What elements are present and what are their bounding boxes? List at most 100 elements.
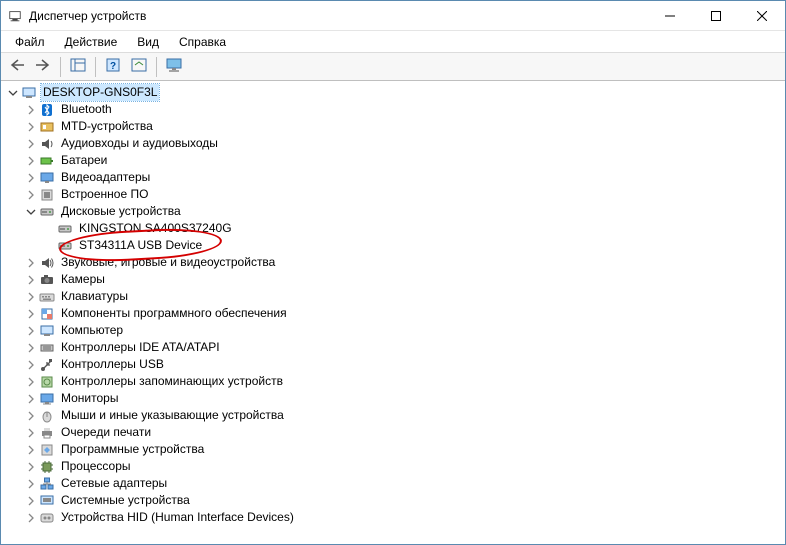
tree-category-row[interactable]: Мыши и иные указывающие устройства: [1, 407, 785, 424]
tree-root-row[interactable]: DESKTOP-GNS0F3L: [1, 84, 785, 101]
tree-item-label[interactable]: KINGSTON SA400S37240G: [77, 220, 234, 237]
menu-view[interactable]: Вид: [127, 33, 169, 51]
tree-category-row[interactable]: Сетевые адаптеры: [1, 475, 785, 492]
expand-toggle[interactable]: [23, 323, 39, 339]
tree-category-row[interactable]: Очереди печати: [1, 424, 785, 441]
disk-icon: [39, 204, 55, 220]
sound-icon: [39, 255, 55, 271]
expand-toggle[interactable]: [23, 340, 39, 356]
menu-file[interactable]: Файл: [5, 33, 55, 51]
expand-toggle[interactable]: [23, 187, 39, 203]
tree-item-label[interactable]: Bluetooth: [59, 101, 114, 118]
close-button[interactable]: [739, 1, 785, 30]
device-tree[interactable]: DESKTOP-GNS0F3L BluetoothMTD-устройстваА…: [1, 82, 785, 544]
tree-item-label[interactable]: Компьютер: [59, 322, 125, 339]
tree-category-row[interactable]: Контроллеры запоминающих устройств: [1, 373, 785, 390]
tree-category-row[interactable]: Устройства HID (Human Interface Devices): [1, 509, 785, 526]
tree-root-label[interactable]: DESKTOP-GNS0F3L: [41, 84, 159, 101]
expand-toggle[interactable]: [23, 374, 39, 390]
tree-item-label[interactable]: Батареи: [59, 152, 109, 169]
tree-category-row[interactable]: Звуковые, игровые и видеоустройства: [1, 254, 785, 271]
tree-item-label[interactable]: Камеры: [59, 271, 107, 288]
tree-category-row[interactable]: Программные устройства: [1, 441, 785, 458]
expand-toggle[interactable]: [23, 153, 39, 169]
tree-category-row[interactable]: Камеры: [1, 271, 785, 288]
toolbar-back-button[interactable]: [5, 56, 29, 78]
expand-toggle[interactable]: [23, 136, 39, 152]
tree-item-label[interactable]: Видеоадаптеры: [59, 169, 152, 186]
expand-toggle[interactable]: [23, 493, 39, 509]
tree-item-label[interactable]: Очереди печати: [59, 424, 153, 441]
tree-category-row[interactable]: Клавиатуры: [1, 288, 785, 305]
expand-toggle[interactable]: [23, 425, 39, 441]
expand-toggle[interactable]: [23, 272, 39, 288]
app-icon: [7, 8, 23, 24]
tree-item-label[interactable]: Компоненты программного обеспечения: [59, 305, 289, 322]
maximize-button[interactable]: [693, 1, 739, 30]
tree-item-label[interactable]: Дисковые устройства: [59, 203, 183, 220]
toolbar-monitor-button[interactable]: [162, 56, 186, 78]
expand-toggle[interactable]: [23, 408, 39, 424]
expand-toggle[interactable]: [23, 255, 39, 271]
tree-category-row[interactable]: Встроенное ПО: [1, 186, 785, 203]
tree-item-label[interactable]: Встроенное ПО: [59, 186, 150, 203]
expand-toggle[interactable]: [23, 357, 39, 373]
tree-item-label[interactable]: MTD-устройства: [59, 118, 155, 135]
tree-item-label[interactable]: Контроллеры USB: [59, 356, 166, 373]
tree-category-row[interactable]: Аудиовходы и аудиовыходы: [1, 135, 785, 152]
expand-toggle[interactable]: [23, 306, 39, 322]
titlebar: Диспетчер устройств: [1, 1, 785, 31]
minimize-button[interactable]: [647, 1, 693, 30]
tree-item-label[interactable]: Клавиатуры: [59, 288, 130, 305]
tree-category-row[interactable]: Процессоры: [1, 458, 785, 475]
expand-toggle[interactable]: [23, 476, 39, 492]
menu-action[interactable]: Действие: [55, 33, 128, 51]
tree-category-row[interactable]: Bluetooth: [1, 101, 785, 118]
keyboard-icon: [39, 289, 55, 305]
expand-toggle[interactable]: [23, 442, 39, 458]
expand-toggle[interactable]: [23, 170, 39, 186]
toolbar-show-hidden-button[interactable]: [66, 56, 90, 78]
expand-toggle[interactable]: [23, 119, 39, 135]
tree-category-row[interactable]: Батареи: [1, 152, 785, 169]
tree-device-row[interactable]: KINGSTON SA400S37240G: [1, 220, 785, 237]
tree-category-row[interactable]: MTD-устройства: [1, 118, 785, 135]
expand-toggle[interactable]: [23, 510, 39, 526]
expand-toggle[interactable]: [23, 204, 39, 220]
tree-item-label[interactable]: Системные устройства: [59, 492, 192, 509]
tree-item-label[interactable]: Устройства HID (Human Interface Devices): [59, 509, 296, 526]
tree-item-label[interactable]: Программные устройства: [59, 441, 206, 458]
tree-category-row[interactable]: Компьютер: [1, 322, 785, 339]
tree-category-row[interactable]: Компоненты программного обеспечения: [1, 305, 785, 322]
tree-item-label[interactable]: Процессоры: [59, 458, 133, 475]
tree-item-label[interactable]: Мыши и иные указывающие устройства: [59, 407, 286, 424]
menu-help[interactable]: Справка: [169, 33, 236, 51]
expand-toggle[interactable]: [23, 289, 39, 305]
window-title: Диспетчер устройств: [29, 9, 647, 23]
tree-item-label[interactable]: Сетевые адаптеры: [59, 475, 169, 492]
mouse-icon: [39, 408, 55, 424]
tree-category-row[interactable]: Видеоадаптеры: [1, 169, 785, 186]
network-icon: [39, 476, 55, 492]
tree-item-label[interactable]: Контроллеры IDE ATA/ATAPI: [59, 339, 222, 356]
expand-toggle[interactable]: [23, 391, 39, 407]
toolbar-forward-button[interactable]: [31, 56, 55, 78]
expand-toggle[interactable]: [23, 102, 39, 118]
tree-item-label[interactable]: Звуковые, игровые и видеоустройства: [59, 254, 277, 271]
tree-item-label[interactable]: ST34311A USB Device: [77, 237, 204, 254]
toolbar-scan-button[interactable]: [127, 56, 151, 78]
expand-toggle[interactable]: [5, 85, 21, 101]
ide-icon: [39, 340, 55, 356]
tree-category-row[interactable]: Системные устройства: [1, 492, 785, 509]
toolbar-separator: [95, 57, 96, 77]
toolbar-help-button[interactable]: ?: [101, 56, 125, 78]
tree-category-row[interactable]: Дисковые устройства: [1, 203, 785, 220]
tree-category-row[interactable]: Контроллеры IDE ATA/ATAPI: [1, 339, 785, 356]
tree-item-label[interactable]: Аудиовходы и аудиовыходы: [59, 135, 220, 152]
expand-toggle[interactable]: [23, 459, 39, 475]
tree-item-label[interactable]: Мониторы: [59, 390, 120, 407]
tree-device-row[interactable]: ST34311A USB Device: [1, 237, 785, 254]
tree-category-row[interactable]: Мониторы: [1, 390, 785, 407]
tree-category-row[interactable]: Контроллеры USB: [1, 356, 785, 373]
tree-item-label[interactable]: Контроллеры запоминающих устройств: [59, 373, 285, 390]
